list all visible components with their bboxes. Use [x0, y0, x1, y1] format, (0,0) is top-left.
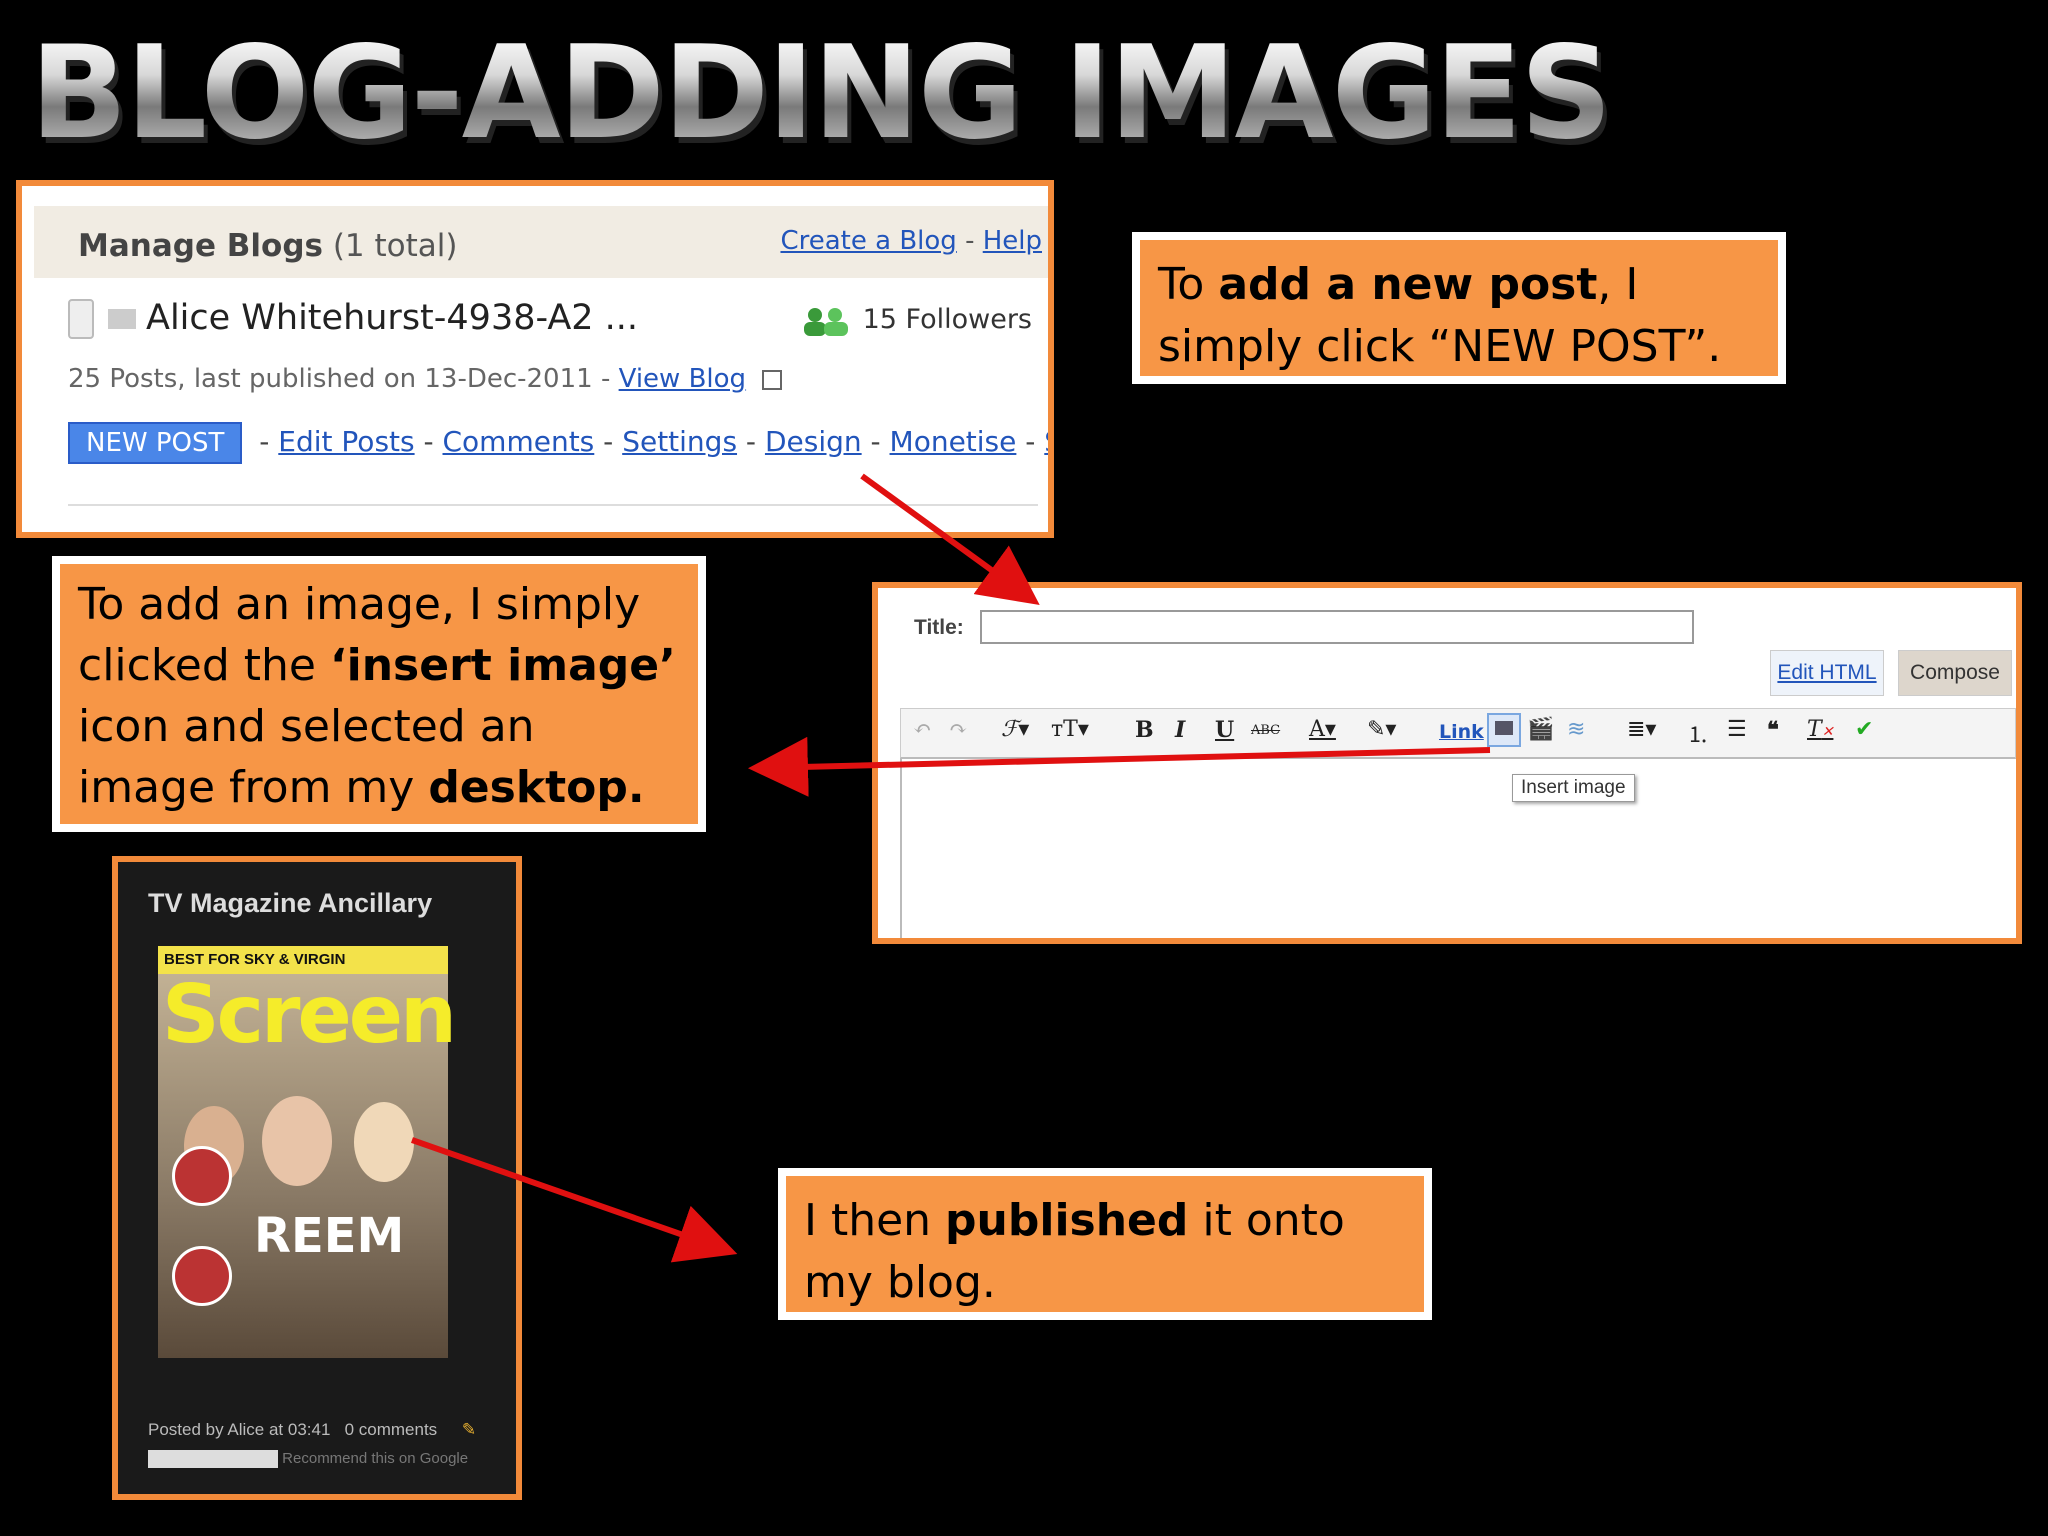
- arrow-new-post-to-editor: [860, 473, 1040, 606]
- annotation-arrows: [411, 473, 1491, 1263]
- arrow-insert-image-to-callout: [748, 736, 1491, 797]
- arrow-cover-to-callout: [411, 1137, 738, 1263]
